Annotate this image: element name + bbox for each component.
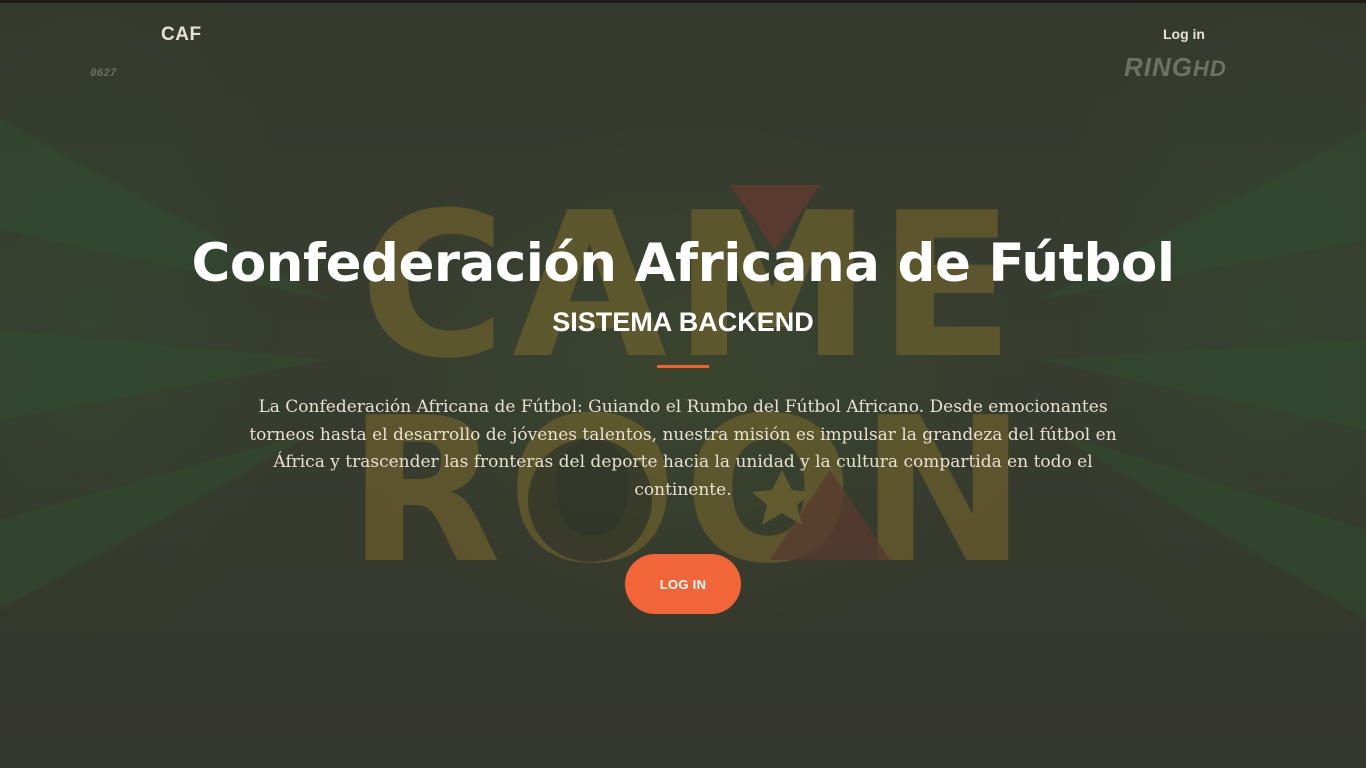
- brand-link[interactable]: CAF: [161, 24, 202, 46]
- accent-divider: [657, 365, 709, 368]
- nav-login-link[interactable]: Log in: [1163, 26, 1205, 42]
- navbar: CAF Log in RINGHD 0627: [0, 0, 1366, 82]
- tv-watermark-logo: RINGHD: [1124, 52, 1227, 83]
- hero-subtitle: SISTEMA BACKEND: [552, 307, 814, 337]
- watermark-suffix: HD: [1193, 56, 1227, 81]
- hero-title: Confederación Africana de Fútbol: [191, 233, 1175, 294]
- corner-code: 0627: [90, 68, 117, 80]
- login-button[interactable]: LOG IN: [625, 554, 741, 614]
- hero-section: Confederación Africana de Fútbol SISTEMA…: [0, 228, 1366, 614]
- hero-description: La Confederación Africana de Fútbol: Gui…: [249, 397, 1117, 500]
- watermark-main: RING: [1124, 52, 1193, 82]
